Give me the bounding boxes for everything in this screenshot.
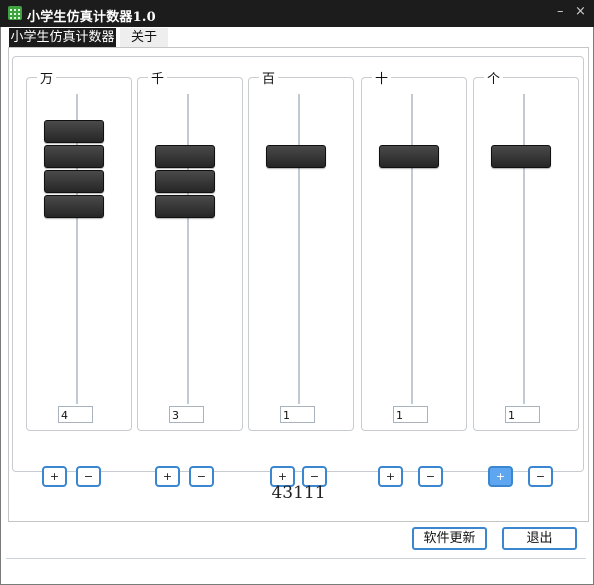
bead[interactable] [379, 145, 439, 168]
digit-field[interactable]: 1 [393, 406, 428, 423]
rod [298, 94, 300, 404]
bead[interactable] [44, 170, 104, 193]
update-button[interactable]: 软件更新 [412, 527, 487, 550]
digit-field[interactable]: 3 [169, 406, 204, 423]
rod [411, 94, 413, 404]
rod [187, 94, 189, 404]
counter-panel: 万 4 千 3 百 1 十 1 个 1 + − + − + − + − + − … [8, 47, 589, 522]
digit-field[interactable]: 1 [280, 406, 315, 423]
exit-button[interactable]: 退出 [502, 527, 577, 550]
column-tens: 十 1 [361, 68, 467, 431]
minimize-button[interactable]: – [557, 4, 564, 19]
tab-about[interactable]: 关于 [120, 28, 168, 47]
title-bar: 小学生仿真计数器1.0 – × [0, 0, 594, 27]
column-label: 十 [372, 68, 392, 87]
bead[interactable] [44, 195, 104, 218]
digit-field[interactable]: 1 [505, 406, 540, 423]
column-label: 百 [259, 68, 279, 87]
abacus-app-icon [8, 6, 22, 20]
tab-counter[interactable]: 小学生仿真计数器 [9, 28, 116, 47]
bead[interactable] [266, 145, 326, 168]
rod [523, 94, 525, 404]
bead[interactable] [44, 145, 104, 168]
column-label: 万 [37, 68, 57, 87]
digit-field[interactable]: 4 [58, 406, 93, 423]
bead[interactable] [155, 170, 215, 193]
column-thousands: 千 3 [137, 68, 243, 431]
bead[interactable] [44, 120, 104, 143]
column-label: 个 [484, 68, 504, 87]
close-button[interactable]: × [575, 4, 586, 19]
column-ones: 个 1 [473, 68, 579, 431]
column-hundreds: 百 1 [248, 68, 354, 431]
column-label: 千 [148, 68, 168, 87]
total-value: 43111 [271, 483, 326, 503]
bead[interactable] [155, 195, 215, 218]
bead[interactable] [155, 145, 215, 168]
status-divider [6, 558, 586, 559]
column-ten-thousands: 万 4 [26, 68, 132, 431]
main-window: 小学生仿真计数器 关于 万 4 千 3 百 1 十 1 个 1 + − + − … [0, 27, 594, 585]
window-title: 小学生仿真计数器1.0 [27, 10, 156, 25]
bead[interactable] [491, 145, 551, 168]
